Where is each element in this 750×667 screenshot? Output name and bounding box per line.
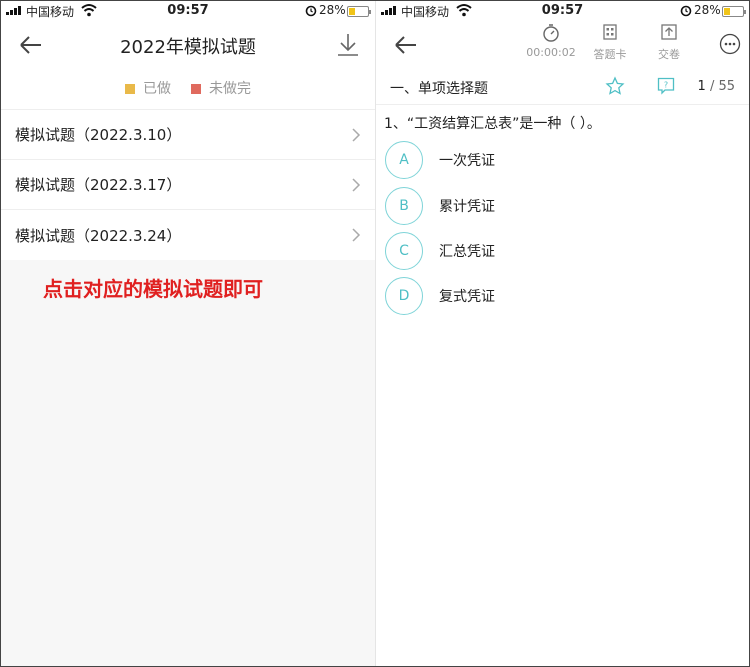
page-title: 2022年模拟试题 <box>120 37 256 58</box>
option-key: D <box>385 277 423 315</box>
chevron-right-icon <box>352 228 361 242</box>
alarm-icon <box>680 5 692 17</box>
question-header: 一、单项选择题 ? 1 / 55 <box>376 67 749 105</box>
answer-card-label: 答题卡 <box>593 48 627 61</box>
submit-button[interactable]: 交卷 <box>644 23 694 62</box>
legend-unfinished-swatch <box>191 84 201 94</box>
option-key: B <box>385 187 423 225</box>
total-questions: / 55 <box>709 79 735 94</box>
question-feedback-icon[interactable]: ? <box>656 76 676 96</box>
section-title: 一、单项选择题 <box>390 81 488 97</box>
stopwatch-icon <box>543 24 559 42</box>
back-arrow-icon[interactable] <box>392 33 420 57</box>
exam-item-label: 模拟试题（2022.3.10） <box>15 126 182 144</box>
option-d[interactable]: D 复式凭证 <box>385 277 495 315</box>
submit-icon <box>661 24 677 40</box>
exam-item-2022-3-24[interactable]: 模拟试题（2022.3.24） <box>1 210 375 260</box>
legend-unfinished: 未做完 <box>191 78 251 98</box>
battery-percent: 28% <box>319 3 346 17</box>
option-key: A <box>385 141 423 179</box>
option-c[interactable]: C 汇总凭证 <box>385 232 495 270</box>
instruction-annotation: 点击对应的模拟试题即可 <box>43 277 263 301</box>
elapsed-timer: 00:00:02 <box>526 46 576 59</box>
option-a[interactable]: A 一次凭证 <box>385 141 495 179</box>
exam-item-2022-3-10[interactable]: 模拟试题（2022.3.10） <box>1 110 375 160</box>
question-text: 1、“工资结算汇总表”是一种（ ）。 <box>384 116 601 132</box>
status-legend: 已做 未做完 <box>1 67 375 109</box>
svg-text:?: ? <box>664 81 668 90</box>
top-nav: 2022年模拟试题 <box>1 23 375 67</box>
chevron-right-icon <box>352 128 361 142</box>
current-question-number: 1 <box>697 79 706 94</box>
timer-button[interactable]: 00:00:02 <box>526 23 576 59</box>
exam-item-label: 模拟试题（2022.3.17） <box>15 176 182 194</box>
option-text: 汇总凭证 <box>439 244 495 260</box>
legend-unfinished-label: 未做完 <box>209 81 251 97</box>
legend-done: 已做 <box>125 78 171 98</box>
option-text: 复式凭证 <box>439 289 495 305</box>
legend-done-label: 已做 <box>143 81 171 97</box>
answer-card-icon <box>603 24 617 40</box>
question-counter: 1 / 55 <box>698 79 735 94</box>
battery-icon <box>722 6 746 17</box>
download-icon[interactable] <box>335 31 361 59</box>
submit-label: 交卷 <box>658 48 680 61</box>
status-bar: 中国移动 09:57 28% <box>1 1 375 23</box>
battery-icon <box>347 6 371 17</box>
answer-card-button[interactable]: 答题卡 <box>585 23 635 62</box>
question-nav: 00:00:02 答题卡 交卷 <box>376 23 749 67</box>
battery-percent: 28% <box>694 3 721 17</box>
star-icon[interactable] <box>605 76 625 96</box>
exam-list: 模拟试题（2022.3.10） 模拟试题（2022.3.17） 模拟试题（202… <box>1 109 375 260</box>
option-text: 累计凭证 <box>439 199 495 215</box>
option-b[interactable]: B 累计凭证 <box>385 187 495 225</box>
chevron-right-icon <box>352 178 361 192</box>
status-bar: 中国移动 09:57 28% <box>376 1 749 23</box>
option-key: C <box>385 232 423 270</box>
exam-item-2022-3-17[interactable]: 模拟试题（2022.3.17） <box>1 160 375 210</box>
exam-item-label: 模拟试题（2022.3.24） <box>15 226 182 245</box>
legend-done-swatch <box>125 84 135 94</box>
question-screen: 中国移动 09:57 28% 00:00:02 答题卡 交卷 一、单项选择题 ?… <box>376 1 749 666</box>
more-icon[interactable] <box>719 33 741 55</box>
option-text: 一次凭证 <box>439 153 495 169</box>
exam-list-screen: 中国移动 09:57 28% 2022年模拟试题 已做 未做完 模拟试题（202… <box>1 1 375 666</box>
alarm-icon <box>305 5 317 17</box>
